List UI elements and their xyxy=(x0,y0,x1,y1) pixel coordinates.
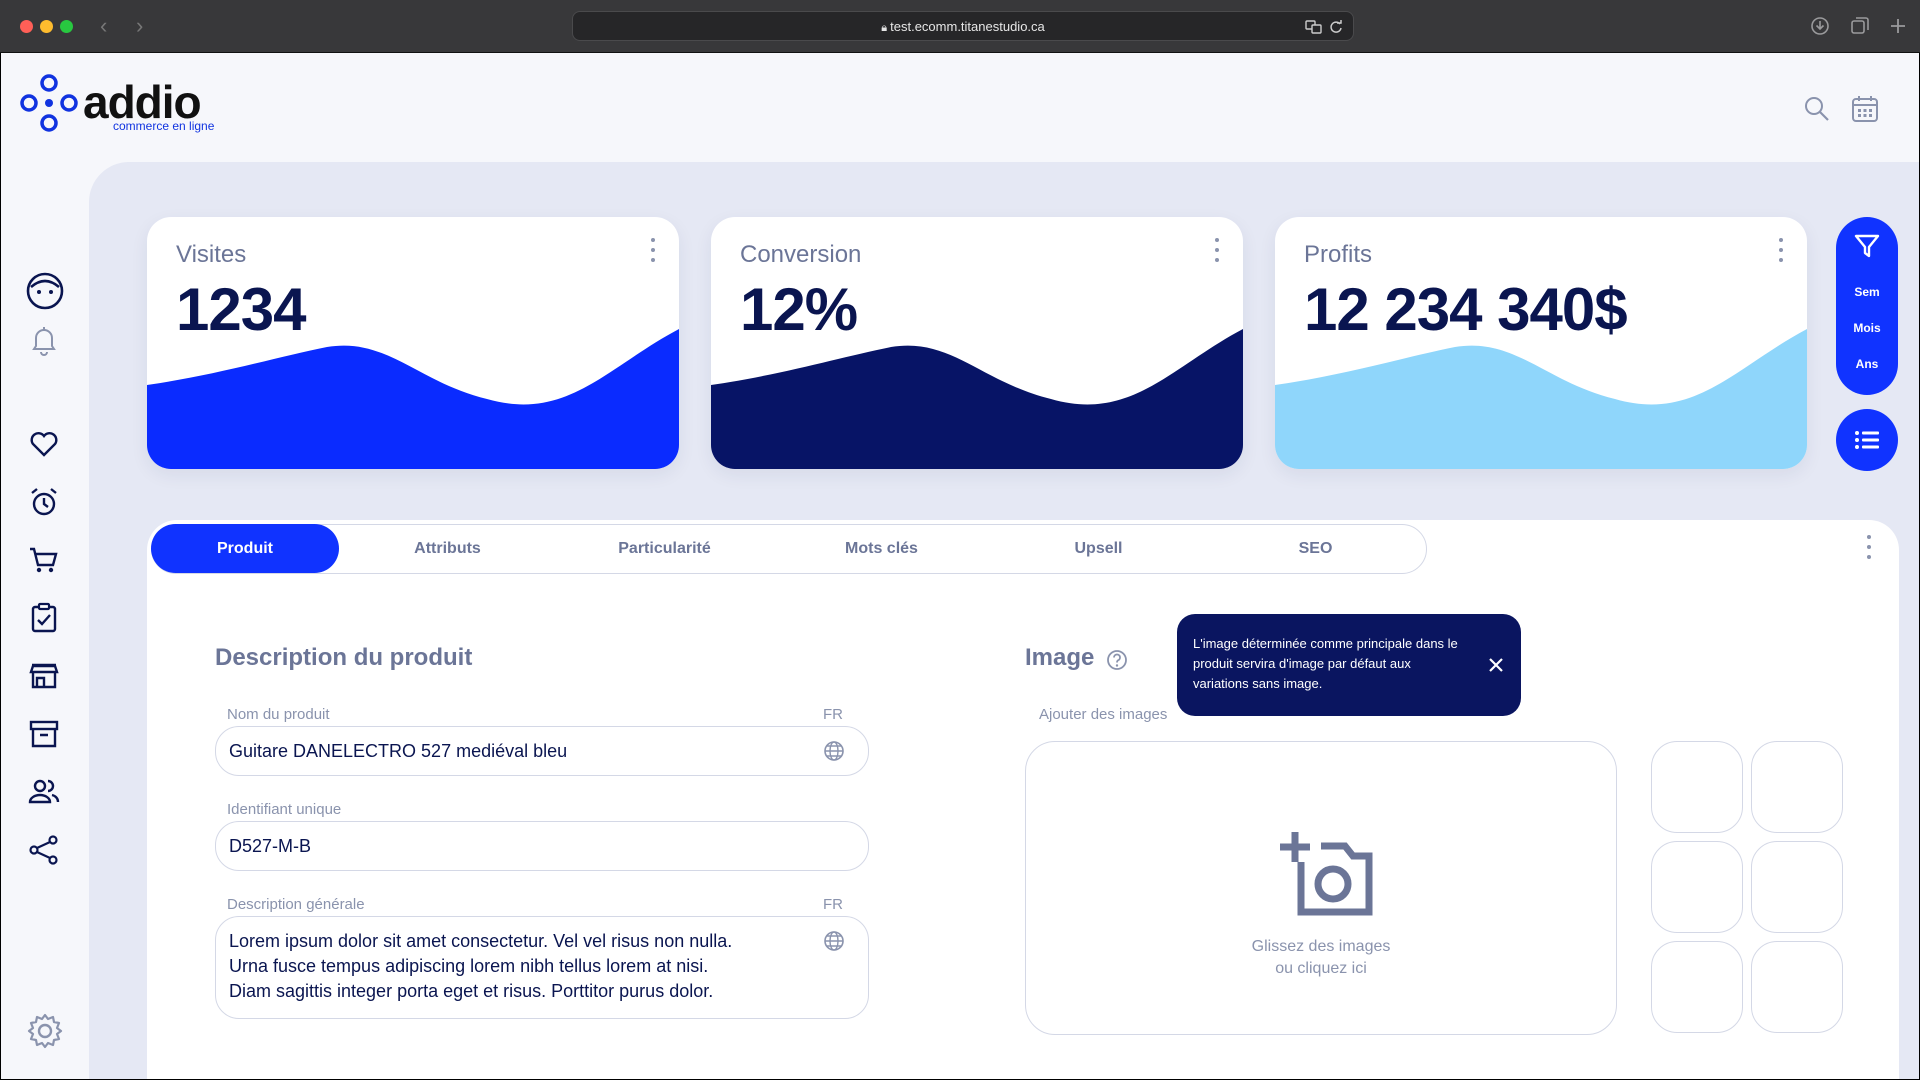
globe-icon[interactable] xyxy=(822,929,846,953)
tab-produit[interactable]: Produit xyxy=(151,524,339,573)
image-help-tooltip: L'image déterminée comme principale dans… xyxy=(1177,614,1521,716)
product-name-value: Guitare DANELECTRO 527 mediéval bleu xyxy=(229,741,568,761)
tab-seo[interactable]: SEO xyxy=(1207,525,1424,572)
store-icon[interactable] xyxy=(27,659,61,693)
description-lang: FR xyxy=(823,896,843,913)
heart-icon[interactable] xyxy=(27,427,61,461)
filter-option-ans[interactable]: Ans xyxy=(1836,357,1898,371)
filter-option-mois[interactable]: Mois xyxy=(1836,321,1898,335)
unique-id-value: D527-M-B xyxy=(229,836,312,856)
browser-chrome: ‹ › 🔒︎ test.ecomm.titanestudio.ca xyxy=(0,0,1920,53)
description-line: Urna fusce tempus adipiscing lorem nibh … xyxy=(229,956,709,976)
product-panel: Produit Attributs Particularité Mots clé… xyxy=(147,520,1899,1079)
list-view-button[interactable] xyxy=(1836,409,1898,471)
tab-particularite[interactable]: Particularité xyxy=(556,525,773,572)
new-tab-icon[interactable] xyxy=(1886,14,1910,38)
tab-mots-cles[interactable]: Mots clés xyxy=(773,525,990,572)
description-line: Diam sagittis integer porta eget et risu… xyxy=(229,981,714,1001)
alarm-clock-icon[interactable] xyxy=(27,485,61,519)
users-icon[interactable] xyxy=(27,775,61,809)
app: addio commerce en ligne Visites 1234 Con… xyxy=(1,53,1919,1079)
filter-option-sem[interactable]: Sem xyxy=(1836,285,1898,299)
url-text: test.ecomm.titanestudio.ca xyxy=(890,19,1045,34)
address-bar[interactable]: 🔒︎ test.ecomm.titanestudio.ca xyxy=(572,11,1354,41)
product-name-label: Nom du produit xyxy=(227,706,330,723)
description-section-title: Description du produit xyxy=(215,644,473,671)
tab-upsell[interactable]: Upsell xyxy=(990,525,1207,572)
image-thumbnail-slot[interactable] xyxy=(1651,941,1743,1033)
reload-icon[interactable] xyxy=(1329,20,1343,34)
image-dropzone[interactable]: Glissez des images ou cliquez ici xyxy=(1025,741,1617,1035)
sparkline-wave xyxy=(147,329,679,469)
dropzone-text-line1: Glissez des images xyxy=(1251,938,1391,955)
description-text: Lorem ipsum dolor sit amet consectetur. … xyxy=(229,929,789,1004)
dropzone-text-line2: ou cliquez ici xyxy=(1275,960,1367,977)
sparkline-wave xyxy=(1275,329,1807,469)
share-icon[interactable] xyxy=(27,833,61,867)
stat-card-visites: Visites 1234 xyxy=(147,217,679,469)
more-vertical-icon[interactable] xyxy=(649,235,657,265)
user-avatar-icon[interactable] xyxy=(25,271,65,311)
list-icon xyxy=(1855,431,1879,449)
stat-title: Visites xyxy=(176,241,247,268)
translate-icon[interactable] xyxy=(1305,19,1323,35)
stat-card-conversion: Conversion 12% xyxy=(711,217,1243,469)
search-icon[interactable] xyxy=(1803,95,1831,123)
sparkline-wave xyxy=(711,329,1243,469)
image-thumbnail-slot[interactable] xyxy=(1751,741,1843,833)
tab-attributs[interactable]: Attributs xyxy=(339,525,556,572)
download-icon[interactable] xyxy=(1808,14,1832,38)
product-name-lang: FR xyxy=(823,706,843,723)
clipboard-check-icon[interactable] xyxy=(27,601,61,635)
forward-arrow-icon[interactable]: › xyxy=(136,12,143,40)
add-images-label: Ajouter des images xyxy=(1039,706,1168,723)
bell-icon[interactable] xyxy=(27,323,61,357)
back-arrow-icon[interactable]: ‹ xyxy=(100,12,107,40)
unique-id-label: Identifiant unique xyxy=(227,801,342,818)
more-vertical-icon[interactable] xyxy=(1865,532,1873,562)
shopping-cart-icon[interactable] xyxy=(27,543,61,577)
image-thumbnail-slot[interactable] xyxy=(1651,841,1743,933)
gear-icon[interactable] xyxy=(25,1011,65,1051)
stat-title: Conversion xyxy=(740,241,862,268)
close-icon[interactable] xyxy=(1487,656,1505,674)
filter-icon[interactable] xyxy=(1854,233,1880,259)
lock-icon: 🔒︎ xyxy=(881,22,891,34)
main-content: Visites 1234 Conversion 12% Profits 12 2… xyxy=(89,162,1919,1079)
add-photo-icon xyxy=(1280,832,1373,916)
sidebar xyxy=(1,162,89,1079)
unique-id-field[interactable]: D527-M-B xyxy=(215,821,869,871)
calendar-icon[interactable] xyxy=(1851,94,1879,124)
brand-tagline: commerce en ligne xyxy=(113,119,215,133)
stat-title: Profits xyxy=(1304,241,1373,268)
close-window-button[interactable] xyxy=(20,20,33,33)
addio-logo-icon[interactable] xyxy=(19,73,79,133)
description-label: Description générale xyxy=(227,896,365,913)
image-thumbnail-slot[interactable] xyxy=(1751,841,1843,933)
more-vertical-icon[interactable] xyxy=(1213,235,1221,265)
tooltip-text: L'image déterminée comme principale dans… xyxy=(1193,636,1458,691)
minimize-window-button[interactable] xyxy=(40,20,53,33)
period-filter: Sem Mois Ans xyxy=(1836,217,1898,395)
maximize-window-button[interactable] xyxy=(60,20,73,33)
archive-icon[interactable] xyxy=(27,717,61,751)
description-line: Lorem ipsum dolor sit amet consectetur. … xyxy=(229,931,733,951)
tabs-overview-icon[interactable] xyxy=(1848,14,1872,38)
more-vertical-icon[interactable] xyxy=(1777,235,1785,265)
help-icon[interactable] xyxy=(1105,648,1129,672)
image-section-title: Image xyxy=(1025,644,1095,671)
image-thumbnail-slot[interactable] xyxy=(1751,941,1843,1033)
tab-bar: Produit Attributs Particularité Mots clé… xyxy=(151,524,1427,574)
globe-icon[interactable] xyxy=(822,739,846,763)
image-thumbnail-slot[interactable] xyxy=(1651,741,1743,833)
app-header: addio commerce en ligne xyxy=(1,53,1919,162)
stat-card-profits: Profits 12 234 340$ xyxy=(1275,217,1807,469)
description-textarea[interactable]: Lorem ipsum dolor sit amet consectetur. … xyxy=(215,916,869,1019)
product-name-field[interactable]: Guitare DANELECTRO 527 mediéval bleu xyxy=(215,726,869,776)
